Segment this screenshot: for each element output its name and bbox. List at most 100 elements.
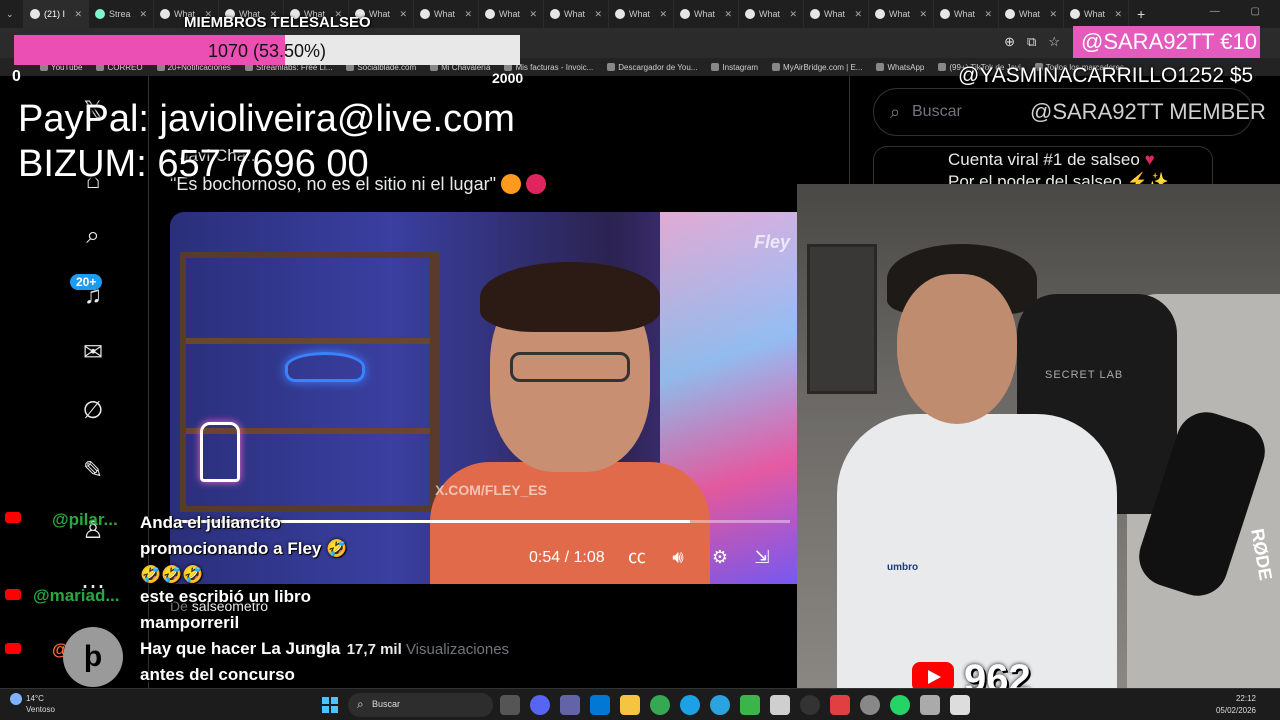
volume-icon[interactable]: 🔊︎ [666, 545, 690, 569]
messages-icon[interactable] [950, 695, 970, 715]
captions-icon[interactable]: ㏄ [625, 545, 649, 569]
tab-label: What [369, 9, 391, 19]
tab-close-icon[interactable]: ✕ [659, 9, 667, 20]
browser-tab[interactable]: What ✕ [999, 0, 1064, 28]
chat-user: @mariad... [33, 586, 120, 605]
notification-badge: 20+ [70, 274, 103, 290]
search-placeholder: Buscar [912, 103, 962, 120]
bookmark-item[interactable]: Descargador de You... [607, 63, 697, 72]
video-person [430, 262, 710, 584]
bookmark-item[interactable]: WhatsApp [876, 63, 924, 72]
bookmark-icon [876, 63, 885, 71]
camtasia-icon[interactable] [740, 695, 760, 715]
discord-icon[interactable] [530, 695, 550, 715]
tab-close-icon[interactable]: ✕ [1049, 9, 1057, 20]
chat-text: Anda el juliancito promocionando a Fley … [140, 513, 348, 584]
bookmark-item[interactable]: MyAirBridge.com | E... [772, 63, 862, 72]
browser-tab[interactable]: (21) I ✕ [24, 0, 89, 28]
chrome-icon[interactable] [650, 695, 670, 715]
mail-icon[interactable]: ✉ [78, 338, 108, 368]
whatsapp-favicon-icon [485, 9, 495, 19]
goal-max: 2000 [492, 70, 524, 86]
search-icon[interactable]: ⌕ [78, 221, 108, 251]
capture-icon[interactable] [920, 695, 940, 715]
browser-tab[interactable]: Strea ✕ [89, 0, 154, 28]
compose-icon[interactable]: ✎ [78, 456, 108, 486]
bookmark-star-icon[interactable]: ☆ [1048, 34, 1060, 50]
tab-close-icon[interactable]: ✕ [854, 9, 862, 20]
browser-tab[interactable]: What ✕ [869, 0, 934, 28]
folder-icon[interactable] [620, 695, 640, 715]
chat-app-icon[interactable] [830, 695, 850, 715]
weather-icon [10, 693, 22, 705]
donation-alert: @SARA92TT €10 [1073, 26, 1260, 58]
tab-close-icon[interactable]: ✕ [529, 9, 537, 20]
new-tab-button[interactable]: + [1137, 6, 1145, 22]
tab-close-icon[interactable]: ✕ [919, 9, 927, 20]
browser-tab[interactable]: What ✕ [934, 0, 999, 28]
browser-tab[interactable]: What ✕ [804, 0, 869, 28]
youtube-icon [5, 643, 21, 654]
browser-tab[interactable]: What ✕ [544, 0, 609, 28]
taskbar-clock[interactable]: 22:12 05/02/2026 [1216, 693, 1256, 717]
neon-bat [285, 352, 365, 382]
tab-close-icon[interactable]: ✕ [399, 9, 407, 20]
browser-tab[interactable]: What ✕ [1064, 0, 1129, 28]
whatsapp-favicon-icon [1005, 9, 1015, 19]
tab-label: What [954, 9, 976, 19]
pip-icon[interactable]: ⇲ [750, 545, 774, 569]
streamer-head [897, 274, 1017, 424]
tab-menu[interactable]: ⌄ [0, 0, 24, 28]
task-view-icon[interactable] [500, 695, 520, 715]
whatsapp-icon[interactable] [890, 695, 910, 715]
browser-tab[interactable]: What ✕ [609, 0, 674, 28]
whatsapp-favicon-icon [160, 9, 170, 19]
whatsapp-favicon-icon [745, 9, 755, 19]
tab-close-icon[interactable]: ✕ [984, 9, 992, 20]
weather-widget[interactable]: 14°C Ventoso [10, 693, 55, 715]
goal-title: MIEMBROS TELESALSEO [184, 14, 371, 31]
telegram-icon[interactable] [710, 695, 730, 715]
video-time: 0:54 / 1:08 [529, 549, 605, 566]
browser-tab[interactable]: What ✕ [479, 0, 544, 28]
tab-close-icon[interactable]: ✕ [74, 9, 82, 20]
tab-close-icon[interactable]: ✕ [1114, 9, 1122, 20]
store-icon[interactable] [590, 695, 610, 715]
tab-close-icon[interactable]: ✕ [594, 9, 602, 20]
browser-tab[interactable]: What ✕ [739, 0, 804, 28]
avatar[interactable]: ϸ [63, 627, 123, 687]
tab-close-icon[interactable]: ✕ [464, 9, 472, 20]
fire-emoji-icon [500, 174, 521, 194]
settings-icon[interactable]: ⚙ [708, 545, 732, 569]
settings-icon[interactable] [860, 695, 880, 715]
bookmark-item[interactable]: Instagram [711, 63, 758, 72]
bookmark-icon [711, 63, 720, 71]
notepad-icon[interactable] [770, 695, 790, 715]
tab-close-icon[interactable]: ✕ [789, 9, 797, 20]
taskbar-search-input[interactable]: Buscar [348, 693, 493, 717]
window-controls[interactable]: — ▢ [1210, 6, 1274, 17]
whatsapp-favicon-icon [420, 9, 430, 19]
chat-text: este escribió un libro mamporreril [140, 587, 311, 632]
grok-icon[interactable]: ∅ [78, 396, 108, 426]
browser-tab[interactable]: What ✕ [414, 0, 479, 28]
tab-close-icon[interactable]: ✕ [724, 9, 732, 20]
windows-start-icon[interactable] [322, 697, 338, 713]
whatsapp-favicon-icon [680, 9, 690, 19]
webcam-feed: SECRET LAB umbro RØDE [797, 184, 1280, 688]
tab-label: What [1084, 9, 1106, 19]
views-count: 17,7 mil [346, 641, 402, 658]
search-icon: ⌕ [890, 102, 901, 122]
browser-tab[interactable]: What ✕ [674, 0, 739, 28]
obs-icon[interactable] [800, 695, 820, 715]
teams-icon[interactable] [560, 695, 580, 715]
chat-text: Hay que hacer La Jungla antes del concur… [140, 639, 341, 684]
zoom-icon[interactable]: ⊕ [1004, 34, 1015, 50]
edge-icon[interactable] [680, 695, 700, 715]
tab-label: What [694, 9, 716, 19]
bookmark-icon [772, 63, 781, 71]
video-watermark: X.COM/FLEY_ES [435, 482, 548, 498]
tab-close-icon[interactable]: ✕ [139, 9, 147, 20]
cast-icon[interactable]: ⧉ [1027, 34, 1036, 50]
paypal-text: PayPal: javioliveira@live.com [18, 98, 515, 140]
